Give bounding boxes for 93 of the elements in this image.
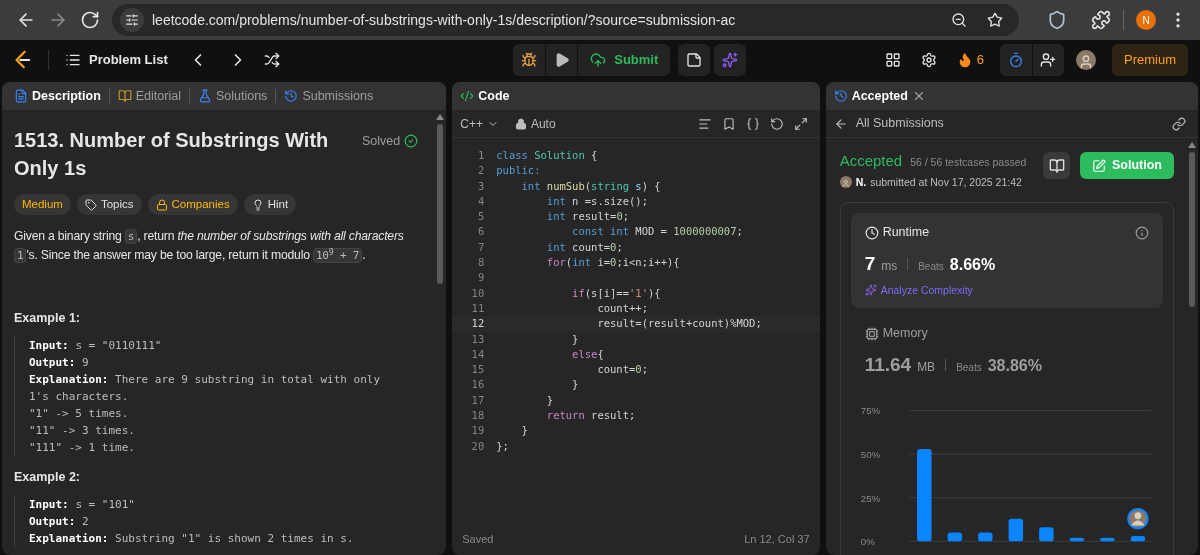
code-line: result=(result+count)%MOD;: [596, 316, 762, 332]
code-line: };: [495, 438, 509, 454]
line-number: 17: [470, 392, 486, 408]
example-line: Explanation: Substring "1" is shown 2 times in s.: [29, 530, 355, 547]
beats-percent: 8.66%: [949, 255, 996, 275]
code-line: class Solution {: [495, 148, 598, 163]
line-number: 6: [476, 224, 486, 240]
code-line: else{: [571, 346, 604, 362]
line-number: 8: [476, 255, 486, 271]
url-text: leetcode.com/problems/number-of-substrings-with-only-1s/description/?source=submission-ac: [152, 10, 737, 30]
example-line: Input: s = "101": [29, 496, 136, 513]
line-number: 18: [470, 408, 486, 424]
line-number: 4: [476, 193, 486, 209]
tag-chip[interactable]: Hint: [243, 194, 297, 215]
streak-count: 6: [976, 51, 984, 70]
example-heading: Example 1:: [14, 310, 81, 327]
all-submissions-link[interactable]: All Submissions: [833, 114, 944, 133]
panel-tab[interactable]: Solutions: [193, 86, 272, 106]
line-number: 14: [470, 346, 486, 362]
line-number: 1: [476, 148, 486, 163]
panel-tab[interactable]: Editorial: [113, 86, 185, 106]
code-line: int result=0;: [545, 209, 630, 225]
line-number: 15: [470, 362, 486, 378]
premium-button[interactable]: Premium: [1112, 44, 1188, 76]
line-number: 3: [476, 178, 486, 194]
axis-label: 0%: [860, 535, 875, 547]
problem-list-button[interactable]: Problem List: [65, 50, 168, 70]
example-line: "11" -> 3 times.: [29, 422, 136, 439]
metric-value: 7: [864, 252, 876, 276]
example-line: Output: 2: [29, 513, 90, 530]
example-line: Explanation: There are 9 substring in total with only: [29, 371, 381, 388]
auto-mode-button[interactable]: Auto: [514, 114, 556, 133]
example-heading: Example 2:: [14, 468, 81, 486]
example-line: Input: s = "0110111": [29, 337, 163, 354]
axis-label: 50%: [860, 448, 880, 460]
code-line: count++;: [596, 300, 648, 316]
line-number: 12: [470, 316, 486, 332]
solved-status: Solved: [362, 132, 419, 151]
metric-value: 11.64: [864, 353, 912, 377]
verdict: Accepted: [839, 151, 903, 171]
code-line: }: [520, 423, 528, 439]
line-number: 10: [470, 285, 486, 301]
beats-label: Beats: [956, 361, 982, 375]
tag-chip[interactable]: Topics: [76, 194, 142, 215]
line-number: 13: [470, 331, 486, 347]
testcases-passed: 56 / 56 testcases passed: [910, 155, 1027, 170]
submit-button[interactable]: Submit: [577, 44, 671, 76]
code-line: public:: [495, 163, 541, 179]
beats-percent: 38.86%: [987, 356, 1042, 376]
author-name: N.: [855, 174, 867, 190]
code-line: count=0;: [596, 362, 648, 378]
runtime-label: Runtime: [864, 223, 930, 242]
line-number: 19: [470, 423, 486, 439]
save-status: Saved: [462, 531, 494, 547]
code-line: }: [571, 377, 579, 393]
panel-tab[interactable]: Code: [460, 86, 510, 106]
submitted-time: submitted at Nov 17, 2025 21:42: [870, 174, 1022, 190]
panel-tab[interactable]: Submissions: [280, 86, 378, 106]
code-line: for(int i=0;i<n;i++){: [545, 255, 680, 271]
memory-label: Memory: [864, 324, 1149, 343]
line-number: 5: [476, 209, 486, 225]
panel-tab[interactable]: Accepted: [833, 86, 908, 106]
axis-label: 75%: [860, 404, 880, 416]
beats-label: Beats: [918, 260, 944, 274]
panel-tab[interactable]: Description: [10, 86, 105, 106]
line-number: 2: [476, 163, 486, 179]
code-line: return result;: [545, 408, 636, 424]
code-line: int n =s.size();: [545, 193, 648, 209]
example-line: "111" -> 1 time.: [29, 439, 136, 456]
axis-label: 25%: [860, 492, 880, 504]
example-line: "1" -> 5 times.: [29, 405, 130, 422]
address-bar[interactable]: leetcode.com/problems/number-of-substrings-with-only-1s/description/?source=submission-ac: [112, 4, 1019, 36]
code-line: int numSub(string s) {: [520, 178, 661, 194]
line-number: 11: [470, 300, 486, 316]
tag-chip[interactable]: Companies: [147, 194, 238, 215]
language-select[interactable]: C++: [460, 114, 499, 133]
cursor-position: Ln 12, Col 37: [744, 531, 810, 547]
problem-title: 1513. Number of Substrings With Only 1s: [14, 128, 330, 181]
line-number: 9: [476, 270, 486, 286]
line-number: 16: [470, 377, 486, 393]
code-line: }: [571, 331, 579, 347]
example-line: Output: 9: [29, 354, 90, 371]
example-line: 1's characters.: [29, 388, 130, 405]
metric-unit: MB: [917, 359, 936, 376]
code-line: }: [545, 392, 554, 408]
description-text: Given a binary string s , return the number of substrings with all characters 1 's. Since the answer may be too large, return it modulo 10$^{9}$ + 7 .: [14, 228, 405, 265]
line-number: 7: [476, 239, 486, 255]
line-number: 20: [470, 438, 486, 454]
code-line: if(s[i]=='1'){: [571, 285, 661, 301]
code-line: const int MOD = 1000000007;: [571, 224, 743, 240]
tag-chip[interactable]: Medium: [14, 194, 71, 215]
code-line: int count=0;: [545, 239, 623, 255]
metric-unit: ms: [881, 258, 898, 275]
